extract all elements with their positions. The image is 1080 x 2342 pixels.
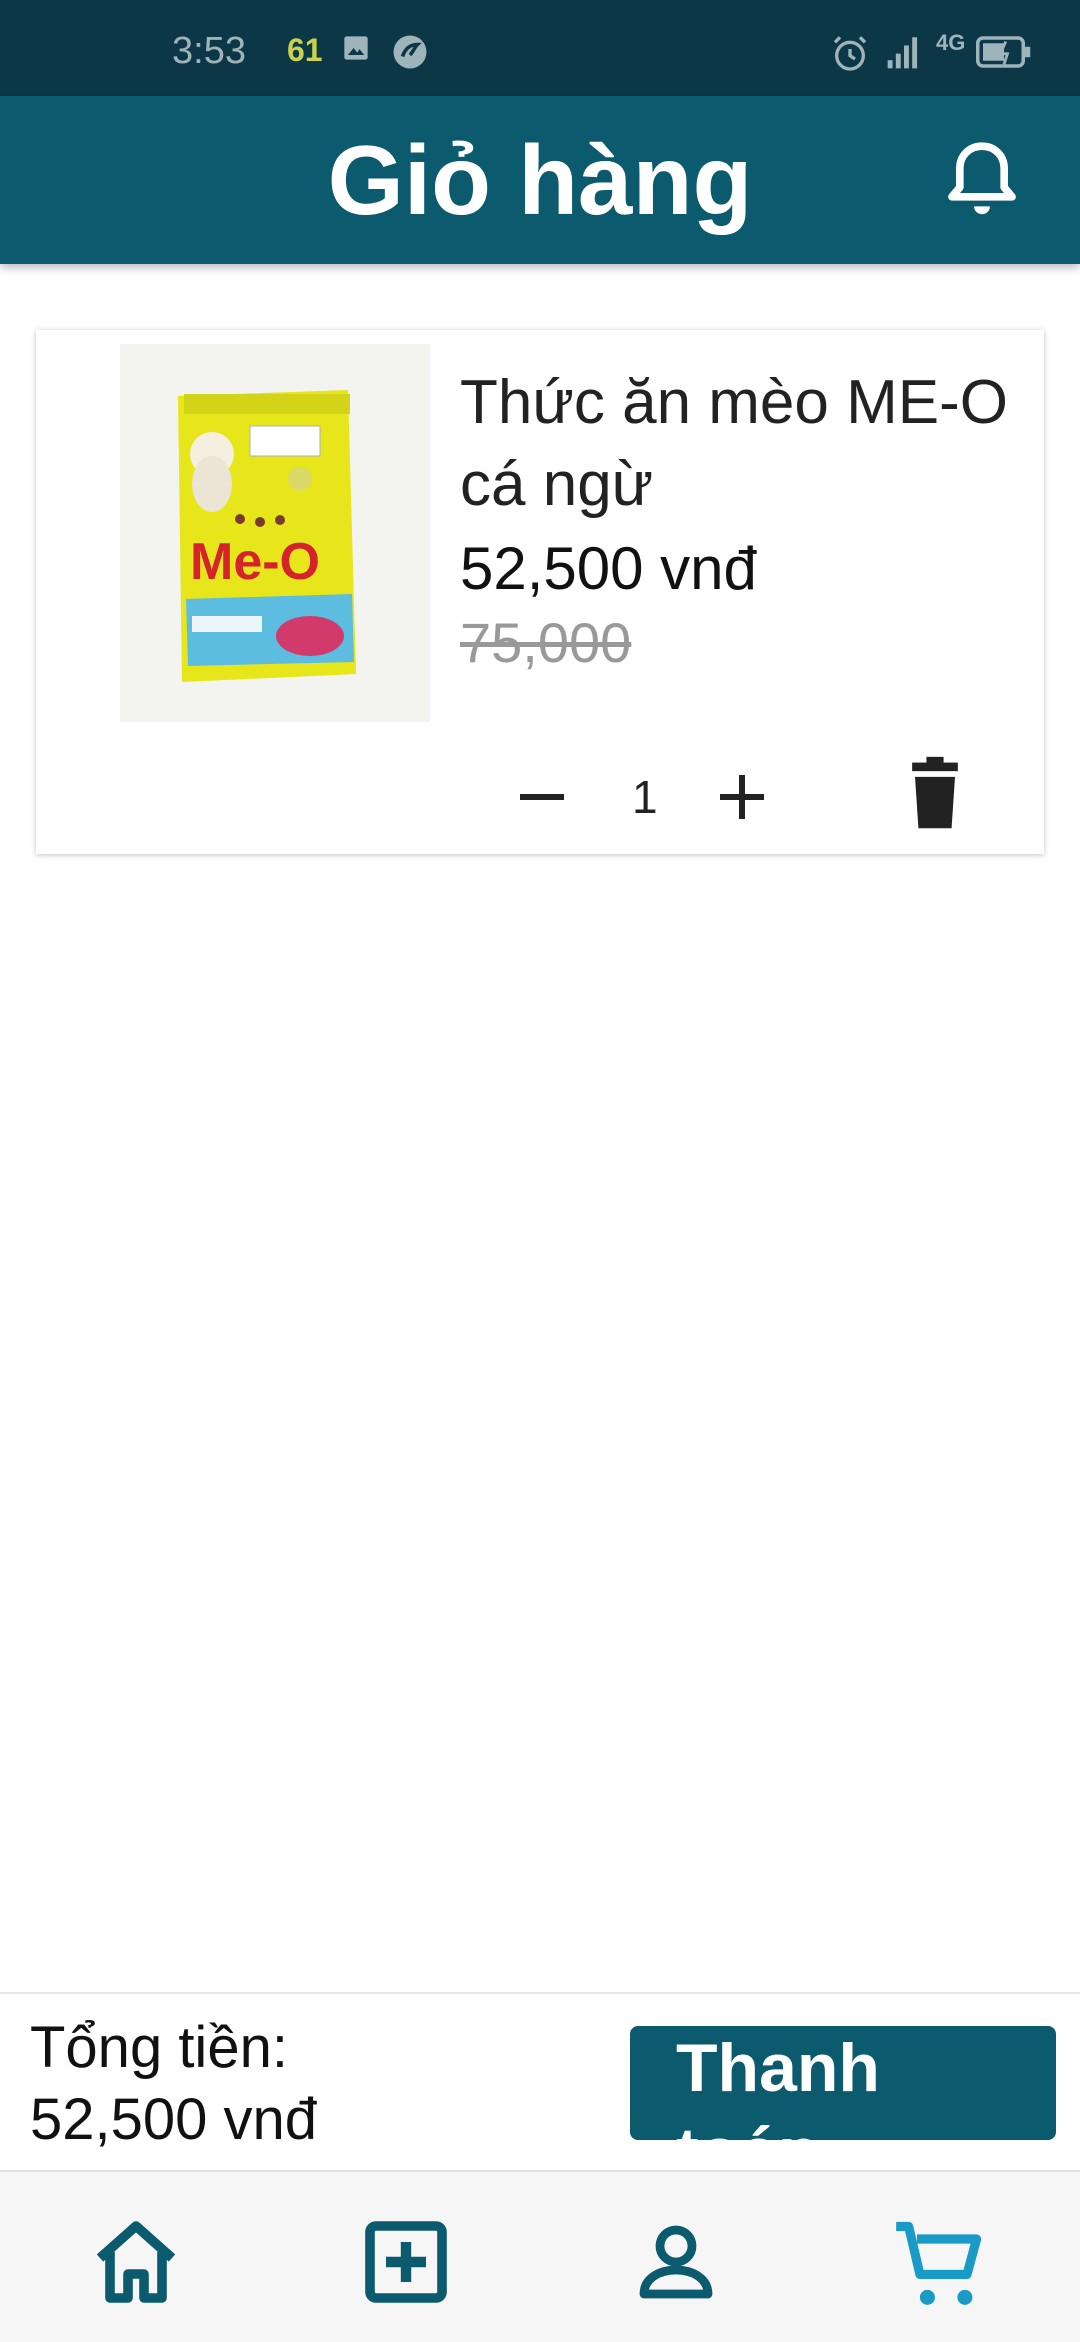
product-old-price: 75,000: [460, 611, 632, 674]
cart-summary: Tổng tiền: 52,500 vnđ Thanh toán: [0, 1992, 1080, 2170]
signal-icon: [884, 34, 924, 75]
home-icon: [96, 2221, 176, 2303]
increase-quantity-button[interactable]: [706, 748, 786, 848]
battery-icon: [976, 34, 1032, 75]
total-value: 52,500 vnđ: [30, 2087, 318, 2152]
page-title: Giỏ hàng: [327, 125, 753, 235]
status-notification-count: 61: [287, 32, 323, 68]
alarm-icon: [830, 34, 870, 79]
delete-item-button[interactable]: [900, 754, 970, 834]
checkout-button[interactable]: Thanh toán: [630, 2026, 1056, 2140]
app-notification-icon: [392, 34, 428, 75]
total-label: Tổng tiền:: [30, 2015, 288, 2080]
quantity-value: 1: [632, 771, 658, 823]
cart-item-card: Me-O Thức ăn mèo ME-O cá ngừ 52,500 vnđ …: [36, 330, 1044, 854]
product-image[interactable]: Me-O: [120, 344, 430, 722]
add-box-icon: [365, 2221, 447, 2303]
bottom-navigation: [0, 2170, 1080, 2342]
network-type: 4G: [936, 30, 966, 55]
nav-cart[interactable]: [892, 2214, 988, 2310]
nav-add[interactable]: [358, 2214, 454, 2310]
checkout-button-label: Thanh toán: [676, 2030, 880, 2140]
trash-icon: [912, 756, 958, 829]
cart-icon: [896, 2221, 982, 2305]
nav-home[interactable]: [88, 2214, 184, 2310]
status-time: 3:53: [172, 30, 246, 72]
product-name[interactable]: Thức ăn mèo ME-O cá ngừ: [460, 362, 1020, 526]
app-bar: Giỏ hàng: [0, 96, 1080, 264]
status-bar: 3:53 61 4G: [0, 0, 1080, 96]
decrease-quantity-button[interactable]: [506, 748, 586, 848]
nav-account[interactable]: [628, 2214, 724, 2310]
gallery-icon: [342, 34, 370, 67]
bell-icon[interactable]: [944, 136, 1020, 231]
brand-logo-text: Me-O: [190, 533, 320, 591]
product-price: 52,500 vnđ: [460, 535, 757, 602]
account-icon: [639, 2225, 713, 2299]
